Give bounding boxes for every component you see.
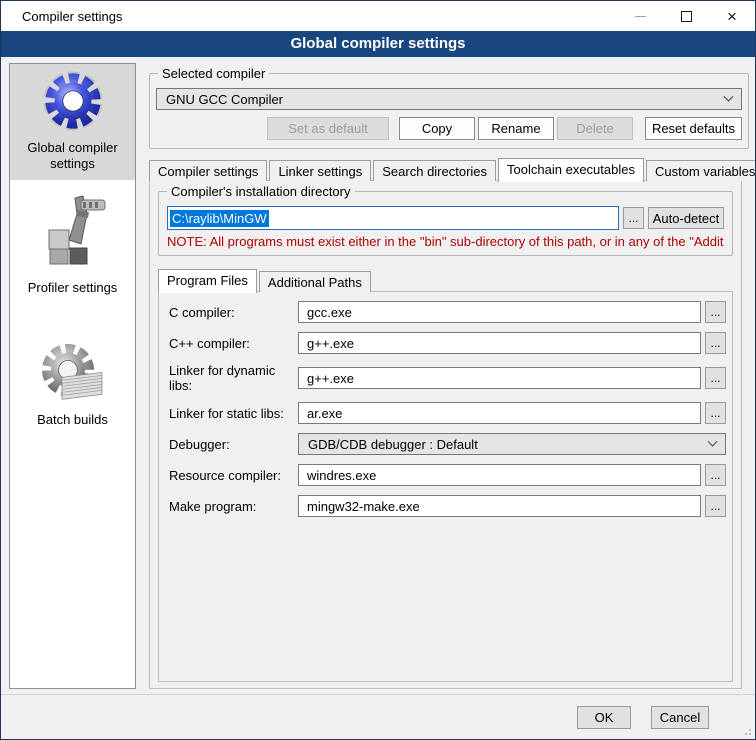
installation-directory-value: C:\raylib\MinGW bbox=[170, 210, 269, 227]
form-row: Linker for static libs: ar.exe ... bbox=[169, 402, 726, 424]
form-row: Linker for dynamic libs: g++.exe ... bbox=[169, 363, 726, 393]
resource-compiler-browse-button[interactable]: ... bbox=[705, 464, 726, 486]
maximize-button[interactable] bbox=[663, 1, 709, 31]
installation-directory-legend: Compiler's installation directory bbox=[167, 184, 355, 199]
cpp-compiler-value: g++.exe bbox=[307, 336, 354, 351]
dialog-header: Global compiler settings bbox=[1, 31, 755, 57]
resource-compiler-label: Resource compiler: bbox=[169, 468, 298, 483]
debugger-select[interactable]: GDB/CDB debugger : Default bbox=[298, 433, 726, 455]
dynamic-linker-label: Linker for dynamic libs: bbox=[169, 363, 298, 393]
browse-directory-button[interactable]: ... bbox=[623, 207, 644, 229]
minimize-button[interactable] bbox=[617, 1, 663, 31]
resource-compiler-input[interactable]: windres.exe bbox=[298, 464, 701, 486]
form-row: Resource compiler: windres.exe ... bbox=[169, 464, 726, 486]
cpp-compiler-label: C++ compiler: bbox=[169, 336, 298, 351]
form-row: Make program: mingw32-make.exe ... bbox=[169, 495, 726, 517]
compiler-settings-dialog: Compiler settings × Global compiler sett… bbox=[0, 0, 756, 740]
copy-button[interactable]: Copy bbox=[399, 117, 475, 140]
reset-defaults-button[interactable]: Reset defaults bbox=[645, 117, 742, 140]
installation-directory-group: Compiler's installation directory C:\ray… bbox=[158, 191, 733, 256]
subtab-program-files[interactable]: Program Files bbox=[158, 269, 257, 293]
tab-search-directories[interactable]: Search directories bbox=[373, 160, 496, 181]
static-linker-browse-button[interactable]: ... bbox=[705, 402, 726, 424]
c-compiler-browse-button[interactable]: ... bbox=[705, 301, 726, 323]
c-compiler-value: gcc.exe bbox=[307, 305, 352, 320]
compiler-select[interactable]: GNU GCC Compiler bbox=[156, 88, 742, 110]
sidebar-item-profiler-settings[interactable]: Profiler settings bbox=[10, 186, 135, 304]
toolchain-executables-page: Compiler's installation directory C:\ray… bbox=[149, 180, 742, 689]
form-row: Debugger: GDB/CDB debugger : Default bbox=[169, 433, 726, 455]
auto-detect-button[interactable]: Auto-detect bbox=[648, 207, 724, 229]
selected-compiler-group: Selected compiler GNU GCC Compiler Set a… bbox=[149, 73, 749, 149]
selected-compiler-legend: Selected compiler bbox=[158, 66, 269, 81]
cancel-button[interactable]: Cancel bbox=[651, 706, 709, 729]
delete-button: Delete bbox=[557, 117, 633, 140]
resource-compiler-value: windres.exe bbox=[307, 468, 376, 483]
close-icon: × bbox=[727, 8, 737, 25]
program-subtabs: Program Files Additional Paths bbox=[158, 268, 733, 292]
tab-linker-settings[interactable]: Linker settings bbox=[269, 160, 371, 181]
sidebar-item-global-compiler-settings[interactable]: Global compiler settings bbox=[10, 64, 135, 180]
c-compiler-input[interactable]: gcc.exe bbox=[298, 301, 701, 323]
set-as-default-button: Set as default bbox=[267, 117, 389, 140]
caliper-icon bbox=[37, 192, 109, 276]
make-program-value: mingw32-make.exe bbox=[307, 499, 420, 514]
close-button[interactable]: × bbox=[709, 1, 755, 31]
cpp-compiler-browse-button[interactable]: ... bbox=[705, 332, 726, 354]
tab-compiler-settings[interactable]: Compiler settings bbox=[149, 160, 267, 181]
maximize-icon bbox=[681, 11, 692, 22]
debugger-label: Debugger: bbox=[169, 437, 298, 452]
chevron-down-icon bbox=[724, 91, 734, 101]
settings-category-list: Global compiler settings bbox=[9, 63, 136, 689]
blue-gear-icon bbox=[42, 70, 104, 136]
window-title: Compiler settings bbox=[1, 9, 122, 24]
sidebar-item-label: Batch builds bbox=[37, 412, 108, 428]
make-program-browse-button[interactable]: ... bbox=[705, 495, 726, 517]
sidebar-item-batch-builds[interactable]: Batch builds bbox=[10, 334, 135, 436]
subtab-additional-paths[interactable]: Additional Paths bbox=[259, 271, 371, 292]
dynamic-linker-input[interactable]: g++.exe bbox=[298, 367, 701, 389]
dynamic-linker-browse-button[interactable]: ... bbox=[705, 367, 726, 389]
make-program-input[interactable]: mingw32-make.exe bbox=[298, 495, 701, 517]
gear-stack-icon bbox=[40, 340, 106, 408]
static-linker-value: ar.exe bbox=[307, 406, 342, 421]
sidebar-item-label: Profiler settings bbox=[28, 280, 118, 296]
make-program-label: Make program: bbox=[169, 499, 298, 514]
cpp-compiler-input[interactable]: g++.exe bbox=[298, 332, 701, 354]
c-compiler-label: C compiler: bbox=[169, 305, 298, 320]
sidebar-item-label: Global compiler settings bbox=[12, 140, 133, 172]
static-linker-label: Linker for static libs: bbox=[169, 406, 298, 421]
chevron-down-icon bbox=[708, 436, 718, 446]
compiler-select-value: GNU GCC Compiler bbox=[166, 92, 283, 107]
ok-button[interactable]: OK bbox=[577, 706, 631, 729]
resize-grip[interactable] bbox=[742, 726, 752, 736]
form-row: C compiler: gcc.exe ... bbox=[169, 301, 726, 323]
rename-button[interactable]: Rename bbox=[478, 117, 554, 140]
settings-tabs: Compiler settings Linker settings Search… bbox=[149, 157, 749, 181]
dialog-footer: OK Cancel bbox=[1, 694, 755, 739]
dynamic-linker-value: g++.exe bbox=[307, 371, 354, 386]
installation-directory-input[interactable]: C:\raylib\MinGW bbox=[167, 206, 619, 230]
program-files-page: C compiler: gcc.exe ... C++ compiler: g+… bbox=[158, 291, 733, 682]
minimize-icon bbox=[635, 16, 646, 17]
note-text: NOTE: All programs must exist either in … bbox=[167, 234, 724, 249]
tab-toolchain-executables[interactable]: Toolchain executables bbox=[498, 158, 644, 182]
form-row: C++ compiler: g++.exe ... bbox=[169, 332, 726, 354]
static-linker-input[interactable]: ar.exe bbox=[298, 402, 701, 424]
debugger-value: GDB/CDB debugger : Default bbox=[308, 437, 478, 452]
title-bar: Compiler settings × bbox=[1, 1, 755, 31]
tab-custom-variables[interactable]: Custom variables bbox=[646, 160, 756, 181]
